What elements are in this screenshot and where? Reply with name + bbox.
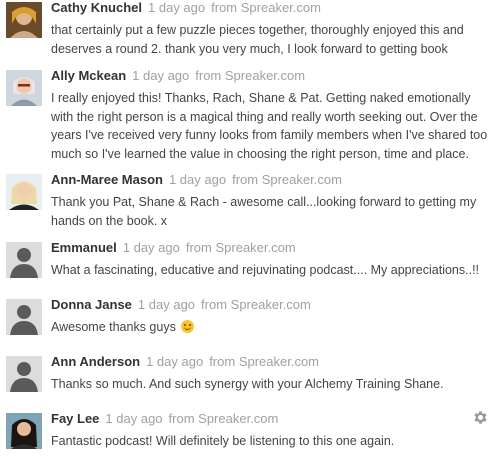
comment-from-label: from (232, 172, 259, 187)
comment-time: 1 day ago (132, 68, 190, 83)
comment-text: Awesome thanks guys (51, 318, 491, 337)
avatar[interactable] (6, 174, 42, 210)
avatar[interactable] (6, 413, 42, 449)
comment-time: 1 day ago (146, 354, 204, 369)
comment-time: 1 day ago (137, 297, 196, 312)
comment-time: 1 day ago (148, 0, 206, 15)
gear-icon[interactable] (472, 409, 489, 426)
comment-from-label: from (168, 411, 195, 426)
comment-from-label: from (185, 240, 212, 255)
avatar[interactable] (6, 2, 42, 38)
comment-source[interactable]: Spreaker.com (231, 297, 311, 312)
comment-text-content: Awesome thanks guys (51, 320, 176, 334)
comment-text: Fantastic podcast! Will definitely be li… (51, 434, 395, 448)
avatar[interactable] (6, 356, 42, 392)
avatar[interactable] (6, 242, 42, 278)
comment-author[interactable]: Ann Anderson (51, 354, 140, 369)
comment-source[interactable]: Spreaker.com (241, 0, 321, 15)
comment-time: 1 day ago (168, 172, 227, 187)
comment-source[interactable]: Spreaker.com (198, 411, 278, 426)
comment-author[interactable]: Ally Mckean (51, 68, 126, 83)
comment-from-label: from (209, 354, 236, 369)
comment-author[interactable]: Emmanuel (51, 240, 117, 255)
comment-text: Thank you Pat, Shane & Rach - awesome ca… (51, 195, 477, 228)
comment-from-label: from (195, 68, 222, 83)
comment-text: that certainly put a few puzzle pieces t… (51, 23, 464, 56)
smiley-emoji-icon (181, 320, 195, 333)
comment-text: Thanks so much. And such synergy with yo… (51, 377, 444, 391)
comment-source[interactable]: Spreaker.com (262, 172, 342, 187)
comment-time: 1 day ago (105, 411, 163, 426)
comment-author[interactable]: Ann-Maree Mason (51, 172, 163, 187)
comment-author[interactable]: Fay Lee (51, 411, 99, 426)
comment-from-label: from (211, 0, 238, 15)
comment-source[interactable]: Spreaker.com (239, 354, 319, 369)
comment-time: 1 day ago (122, 240, 180, 255)
comment-source[interactable]: Spreaker.com (225, 68, 305, 83)
avatar[interactable] (6, 299, 42, 335)
comment-from-label: from (201, 297, 228, 312)
comment-text: I really enjoyed this! Thanks, Rach, Sha… (51, 91, 488, 161)
comment-author[interactable]: Donna Janse (51, 297, 132, 312)
comment-text: What a fascinating, educative and rejuvi… (51, 263, 480, 277)
avatar[interactable] (6, 70, 42, 106)
comment-author[interactable]: Cathy Knuchel (51, 0, 142, 15)
comment-source[interactable]: Spreaker.com (215, 240, 295, 255)
